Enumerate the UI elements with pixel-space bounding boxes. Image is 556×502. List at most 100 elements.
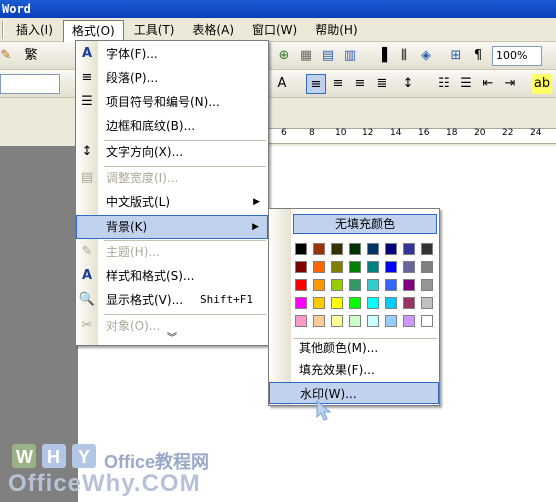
color-swatch[interactable] <box>367 297 379 309</box>
color-swatch[interactable] <box>295 261 307 273</box>
color-swatch[interactable] <box>403 261 415 273</box>
color-swatch[interactable] <box>403 315 415 327</box>
color-swatch[interactable] <box>331 261 343 273</box>
color-swatch[interactable] <box>403 243 415 255</box>
color-swatch[interactable] <box>385 261 397 273</box>
color-swatch[interactable] <box>313 243 325 255</box>
color-swatch[interactable] <box>313 297 325 309</box>
color-swatch[interactable] <box>295 279 307 291</box>
menu-item-background[interactable]: 背景(K) ▶ <box>76 215 268 239</box>
color-swatch[interactable] <box>295 243 307 255</box>
document-map-icon[interactable]: ◈ <box>416 46 436 66</box>
justify-icon[interactable]: ≣ <box>372 74 392 94</box>
ruler-number: 8 <box>309 128 315 138</box>
color-swatch[interactable] <box>385 279 397 291</box>
color-swatch[interactable] <box>421 261 433 273</box>
menu-item-bullets-numbering[interactable]: ☰ 项目符号和编号(N)... <box>76 91 268 115</box>
color-swatch[interactable] <box>421 297 433 309</box>
menu-tools[interactable]: 工具(T) <box>126 20 183 40</box>
color-swatch[interactable] <box>349 261 361 273</box>
color-swatch[interactable] <box>331 243 343 255</box>
menu-table[interactable]: 表格(A) <box>184 20 242 40</box>
show-hide-icon[interactable]: ¶ <box>468 46 488 66</box>
menu-item-more-colors[interactable]: 其他颜色(M)... <box>269 337 439 359</box>
menu-item-fill-effects[interactable]: 填充效果(F)... <box>269 359 439 381</box>
color-swatch[interactable] <box>421 279 433 291</box>
color-swatch[interactable] <box>367 261 379 273</box>
menu-item-shortcut: Shift+F1 <box>200 293 253 306</box>
line-spacing-icon[interactable]: ↕ <box>398 74 418 94</box>
style-box[interactable] <box>0 74 60 94</box>
zoom-select[interactable]: 100% <box>492 46 542 66</box>
ruler-number: 14 <box>390 128 402 138</box>
color-swatch[interactable] <box>295 315 307 327</box>
font-color-icon[interactable]: A <box>272 74 292 94</box>
color-swatch[interactable] <box>421 243 433 255</box>
bullets-icon[interactable]: ☰ <box>456 74 476 94</box>
traditional-chinese-button[interactable]: 繁 <box>18 46 44 66</box>
decrease-indent-icon[interactable]: ⇤ <box>478 74 498 94</box>
insert-excel-icon[interactable]: ▥ <box>340 46 360 66</box>
read-icon[interactable]: ⊞ <box>446 46 466 66</box>
menu-item-asian-layout[interactable]: 中文版式(L) ▶ <box>76 191 268 215</box>
align-left-icon[interactable]: ≡ <box>306 74 326 94</box>
svg-text:W: W <box>16 447 33 467</box>
color-swatch[interactable] <box>331 279 343 291</box>
color-swatch[interactable] <box>385 297 397 309</box>
submenu-arrow-icon: ▶ <box>252 222 259 232</box>
color-swatch[interactable] <box>385 243 397 255</box>
color-swatch[interactable] <box>349 243 361 255</box>
menu-item-font[interactable]: A 字体(F)... <box>76 43 268 67</box>
columns-icon[interactable]: ▐ <box>372 46 392 66</box>
color-swatch[interactable] <box>367 279 379 291</box>
menu-item-styles-formatting[interactable]: A 样式和格式(S)... <box>76 265 268 289</box>
color-swatch[interactable] <box>367 315 379 327</box>
watermark-en-text: OfficeWhy.COM <box>8 470 201 497</box>
mouse-cursor-icon <box>316 400 332 421</box>
color-swatch[interactable] <box>421 315 433 327</box>
fit-text-icon: ▤ <box>80 170 94 185</box>
color-swatch[interactable] <box>349 279 361 291</box>
menu-item-borders-shading[interactable]: 边框和底纹(B)... <box>76 115 268 139</box>
theme-icon: ✎ <box>81 244 93 259</box>
menu-item-label: 样式和格式(S)... <box>106 269 195 283</box>
hyperlink-icon[interactable]: ⊕ <box>274 46 294 66</box>
menu-item-watermark[interactable]: 水印(W)... <box>269 382 439 404</box>
color-swatch[interactable] <box>313 315 325 327</box>
increase-indent-icon[interactable]: ⇥ <box>500 74 520 94</box>
color-swatch[interactable] <box>349 297 361 309</box>
drawing-icon[interactable]: ⫼ <box>394 46 414 66</box>
align-right-icon[interactable]: ≡ <box>350 74 370 94</box>
color-swatch[interactable] <box>367 243 379 255</box>
menu-insert[interactable]: 插入(I) <box>8 20 61 40</box>
styles-icon: A <box>81 268 93 283</box>
menu-item-fit-text: ▤ 调整宽度(I)... <box>76 167 268 191</box>
highlight-icon[interactable]: ab <box>532 74 552 94</box>
color-swatch[interactable] <box>385 315 397 327</box>
align-center-icon[interactable]: ≡ <box>328 74 348 94</box>
menu-item-label: 字体(F)... <box>106 47 158 61</box>
color-swatch[interactable] <box>313 279 325 291</box>
menu-window[interactable]: 窗口(W) <box>244 20 305 40</box>
menu-format[interactable]: 格式(O) <box>62 19 124 42</box>
color-swatch[interactable] <box>331 315 343 327</box>
color-swatch[interactable] <box>349 315 361 327</box>
paste-icon[interactable]: ✎ <box>0 46 16 66</box>
menubar-grip <box>2 20 4 39</box>
color-swatch[interactable] <box>313 261 325 273</box>
menu-item-label: 边框和底纹(B)... <box>106 119 196 133</box>
color-swatch[interactable] <box>295 297 307 309</box>
menu-item-label: 中文版式(L) <box>106 195 171 209</box>
menu-item-reveal-formatting[interactable]: 🔍 显示格式(V)... Shift+F1 <box>76 289 268 313</box>
menu-help[interactable]: 帮助(H) <box>307 20 365 40</box>
color-swatch[interactable] <box>403 279 415 291</box>
menu-item-text-direction[interactable]: ↕ 文字方向(X)... <box>76 141 268 165</box>
no-fill-button[interactable]: 无填充颜色 <box>293 214 437 234</box>
color-swatch[interactable] <box>403 297 415 309</box>
tables-borders-icon[interactable]: ▦ <box>296 46 316 66</box>
menu-item-paragraph[interactable]: ≡ 段落(P)... <box>76 67 268 91</box>
numbering-icon[interactable]: ☷ <box>434 74 454 94</box>
color-swatch[interactable] <box>331 297 343 309</box>
expand-menu-chevron-icon[interactable]: ︾ <box>76 329 268 344</box>
insert-table-icon[interactable]: ▤ <box>318 46 338 66</box>
